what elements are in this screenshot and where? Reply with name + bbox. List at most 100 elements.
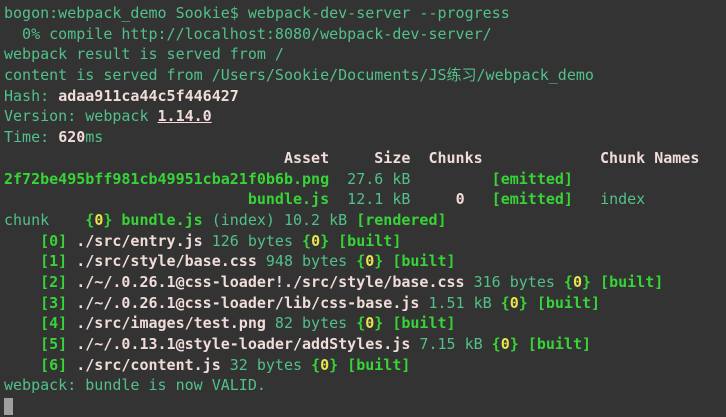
terminal-text-segment: } [built] [329,356,410,374]
terminal-text-segment: [emitted] [492,190,573,208]
terminal-text-segment: 7.15 kB [410,335,491,353]
terminal-text-segment: } [built] [510,335,591,353]
terminal-text-segment: 2f72be495bff981cb49951cba21f0b6b.png [4,170,329,188]
terminal-text-segment: { [302,232,311,250]
terminal-line: [1] ./src/style/base.css 948 bytes {0} [… [4,251,726,272]
terminal-line: [2] ./~/.0.26.1@css-loader!./src/style/b… [4,272,726,293]
terminal-line: bundle.js 12.1 kB 0 [emitted] index [4,189,726,210]
terminal-line: chunk {0} bundle.js (index) 10.2 kB [ren… [4,210,726,231]
terminal-text-segment: ./~/.0.26.1@css-loader/lib/css-base.js [76,294,419,312]
terminal-text-segment: 0 [365,314,374,332]
terminal-text-segment: adaa911ca44c5f446427 [58,87,239,105]
terminal-text-segment: webpack: bundle is now VALID. [4,376,266,394]
terminal-text-segment: 1.51 kB [419,294,500,312]
terminal-text-segment: { [311,356,320,374]
terminal-text-segment: } [built] [582,273,663,291]
terminal-text-segment [4,232,40,250]
terminal-text-segment: 0 [320,356,329,374]
terminal-text-segment: 0% compile http://localhost:8080/webpack… [4,25,492,43]
terminal-text-segment: 0 [501,335,510,353]
terminal-text-segment: Time: [4,128,58,146]
terminal-text-segment: } [built] [374,314,455,332]
terminal-line: bogon:webpack_demo Sookie$ webpack-dev-s… [4,3,726,24]
terminal-line: [0] ./src/entry.js 126 bytes {0} [built] [4,231,726,252]
terminal-text-segment: [emitted] [492,170,573,188]
terminal-line: [5] ./~/.0.13.1@style-loader/addStyles.j… [4,334,726,355]
terminal-text-segment: } [built] [374,252,455,270]
terminal-text-segment [67,294,76,312]
terminal-text-segment: 126 bytes [203,232,302,250]
terminal-text-segment: { [356,252,365,270]
terminal-text-segment: 0 [94,211,103,229]
terminal-text-segment: 0 [365,252,374,270]
terminal-text-segment [67,273,76,291]
terminal-text-segment [67,314,76,332]
terminal-line: [4] ./src/images/test.png 82 bytes {0} [… [4,313,726,334]
terminal-line: webpack: bundle is now VALID. [4,375,726,396]
terminal-text-segment [67,252,76,270]
terminal-text-segment: 27.6 kB [329,170,492,188]
terminal-line [4,396,726,417]
terminal-text-segment: [3] [40,294,67,312]
terminal-text-segment: 82 bytes [266,314,356,332]
terminal-line: webpack result is served from / [4,44,726,65]
terminal-text-segment: 316 bytes [465,273,564,291]
terminal-text-segment: [2] [40,273,67,291]
terminal-text-segment: 948 bytes [257,252,356,270]
terminal-text-segment: 0 [573,273,582,291]
terminal-text-segment: [4] [40,314,67,332]
terminal-text-segment: 0 [510,294,519,312]
terminal-text-segment [4,273,40,291]
terminal-line: 0% compile http://localhost:8080/webpack… [4,24,726,45]
terminal-text-segment: [0] [40,232,67,250]
terminal-line: Hash: adaa911ca44c5f446427 [4,86,726,107]
terminal-text-segment: 32 bytes [221,356,311,374]
terminal-text-segment: ./src/content.js [76,356,221,374]
terminal-text-segment: 620 [58,128,85,146]
terminal-text-segment: { [492,335,501,353]
terminal-text-segment: bundle.js [248,190,329,208]
terminal-text-segment: bogon:webpack_demo Sookie$ webpack-dev-s… [4,4,510,22]
terminal-text-segment [4,314,40,332]
terminal-text-segment: [rendered] [356,211,446,229]
terminal-line: 2f72be495bff981cb49951cba21f0b6b.png 27.… [4,169,726,190]
terminal-text-segment: ./~/.0.13.1@style-loader/addStyles.js [76,335,410,353]
terminal-cursor [4,398,13,415]
terminal-text-segment: index [600,190,645,208]
terminal-text-segment: ./src/entry.js [76,232,202,250]
terminal-text-segment: ms [85,128,103,146]
terminal-line: [3] ./~/.0.26.1@css-loader/lib/css-base.… [4,293,726,314]
terminal-text-segment: Version: webpack [4,107,158,125]
terminal-text-segment: 12.1 kB [329,190,455,208]
terminal-line: Asset Size Chunks Chunk Names [4,148,726,169]
terminal-screen[interactable]: bogon:webpack_demo Sookie$ webpack-dev-s… [0,0,726,417]
terminal-text-segment: content is served from /Users/Sookie/Doc… [4,66,594,84]
terminal-text-segment [4,335,40,353]
terminal-text-segment [4,252,40,270]
terminal-line: content is served from /Users/Sookie/Doc… [4,65,726,86]
terminal-text-segment: 0 [311,232,320,250]
terminal-line: Version: webpack 1.14.0 [4,106,726,127]
terminal-text-segment: ./~/.0.26.1@css-loader!./src/style/base.… [76,273,464,291]
terminal-text-segment: { [501,294,510,312]
terminal-text-segment: [6] [40,356,67,374]
terminal-text-segment: } [built] [320,232,401,250]
terminal-text-segment [4,294,40,312]
terminal-text-segment: [1] [40,252,67,270]
terminal-text-segment: webpack result is served from / [4,45,284,63]
terminal-text-segment: } [built] [519,294,600,312]
terminal-text-segment: Asset Size Chunks Chunk Names [4,149,699,167]
terminal-text-segment [4,356,40,374]
terminal-text-segment [465,190,492,208]
terminal-text-segment [67,356,76,374]
terminal-text-segment: 1.14.0 [158,107,212,125]
terminal-text-segment [573,190,600,208]
terminal-text-segment: { [85,211,94,229]
terminal-text-segment [67,232,76,250]
terminal-text-segment [4,190,248,208]
terminal-text-segment: 0 [456,190,465,208]
terminal-text-segment: ./src/style/base.css [76,252,257,270]
terminal-text-segment: chunk [4,211,85,229]
terminal-text-segment: [5] [40,335,67,353]
terminal-text-segment: ./src/images/test.png [76,314,266,332]
